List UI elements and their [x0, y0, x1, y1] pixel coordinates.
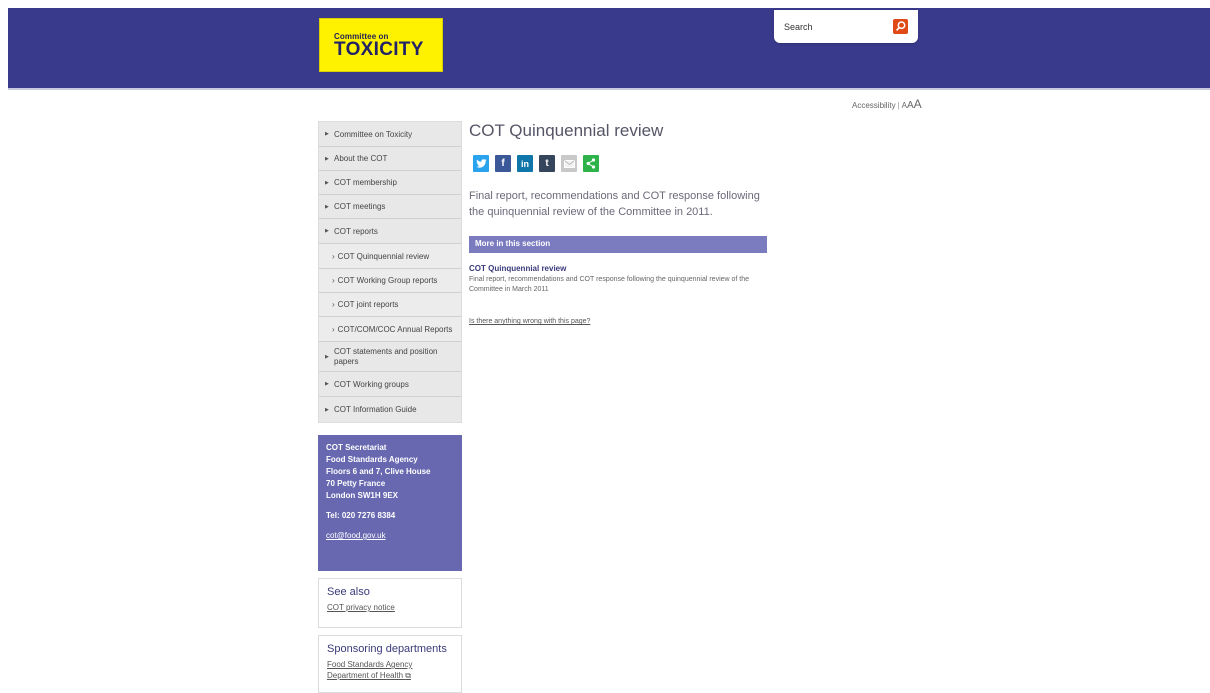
- external-link-icon: ⧉: [405, 671, 411, 680]
- linkedin-icon[interactable]: in: [517, 155, 533, 172]
- section-item-description: Final report, recommendations and COT re…: [469, 276, 750, 293]
- search-box: [774, 10, 918, 43]
- triangle-right-icon: ▶: [325, 381, 329, 387]
- twitter-icon[interactable]: [473, 155, 489, 172]
- facebook-icon[interactable]: f: [495, 155, 511, 172]
- tumblr-icon[interactable]: t: [539, 155, 555, 172]
- see-also-heading: See also: [327, 586, 370, 598]
- page-intro: Final report, recommendations and COT re…: [469, 190, 760, 218]
- email-icon[interactable]: [561, 155, 577, 172]
- search-input[interactable]: [784, 19, 889, 35]
- food-standards-agency-link[interactable]: Food Standards Agency: [327, 659, 453, 670]
- triangle-right-icon: ▶: [325, 131, 329, 137]
- address-line: 70 Petty France: [326, 479, 386, 488]
- sidebar-subitem-joint-reports[interactable]: › COT joint reports: [319, 293, 461, 317]
- sidebar-subitem-annual-reports[interactable]: › COT/COM/COC Annual Reports: [319, 317, 461, 342]
- sidebar-item-meetings[interactable]: ▶ COT meetings: [319, 195, 461, 219]
- triangle-right-icon: ▶: [325, 406, 329, 413]
- site-header: [8, 8, 1210, 90]
- triangle-right-icon: ▶: [325, 203, 329, 210]
- accessibility-bar: Accessibility | AAA: [852, 97, 922, 111]
- accessibility-link[interactable]: Accessibility: [852, 101, 896, 110]
- privacy-notice-link[interactable]: COT privacy notice: [327, 602, 453, 613]
- sidebar-item-reports[interactable]: ▶ COT reports: [319, 219, 461, 244]
- triangle-right-icon: ▶: [325, 228, 329, 234]
- search-button[interactable]: [893, 19, 908, 34]
- triangle-right-icon: ▶: [325, 353, 329, 360]
- email-link[interactable]: cot@food.gov.uk: [326, 530, 454, 542]
- cot-logo[interactable]: Committee on TOXICITY: [319, 18, 443, 72]
- chevron-right-icon: ›: [332, 300, 335, 309]
- triangle-right-icon: ▶: [325, 155, 329, 162]
- share-icon[interactable]: [583, 155, 599, 172]
- contact-box: COT Secretariat Food Standards Agency Fl…: [318, 435, 462, 571]
- triangle-right-icon: ▶: [325, 179, 329, 186]
- text-size-medium[interactable]: A: [907, 100, 914, 111]
- address-line: London SW1H 9EX: [326, 491, 398, 500]
- logo-title: TOXICITY: [334, 39, 424, 60]
- chevron-right-icon: ›: [332, 324, 335, 334]
- chevron-right-icon: ›: [332, 251, 335, 261]
- share-bar: f in t: [473, 155, 605, 172]
- report-problem-link[interactable]: Is there anything wrong with this page?: [469, 318, 590, 325]
- sidebar-item-about[interactable]: ▶ About the COT: [319, 147, 461, 171]
- sidebar-item-statements[interactable]: ▶ COT statements and position papers: [319, 342, 461, 372]
- department-of-health-link[interactable]: Department of Health ⧉: [327, 670, 453, 681]
- more-in-this-section-heading: More in this section: [469, 236, 767, 253]
- sidebar-item-membership[interactable]: ▶ COT membership: [319, 171, 461, 195]
- sponsoring-heading: Sponsoring departments: [327, 643, 447, 655]
- address-line: COT Secretariat: [326, 443, 387, 452]
- sidebar-item-information-guide[interactable]: ▶ COT Information Guide: [319, 397, 461, 422]
- page-title: COT Quinquennial review: [469, 121, 664, 140]
- search-icon: [895, 21, 906, 31]
- address-line: Floors 6 and 7, Clive House: [326, 467, 431, 476]
- text-size-large[interactable]: A: [914, 97, 922, 111]
- see-also-box: See also COT privacy notice: [318, 578, 462, 628]
- sidebar-subitem-quinquennial-review[interactable]: › COT Quinquennial review: [319, 244, 461, 269]
- sidebar-subitem-working-group-reports[interactable]: › COT Working Group reports: [319, 269, 461, 293]
- chevron-right-icon: ›: [332, 276, 335, 285]
- sponsoring-departments-box: Sponsoring departments Food Standards Ag…: [318, 635, 462, 693]
- section-item-link[interactable]: COT Quinquennial review: [469, 264, 566, 273]
- address-line: Food Standards Agency: [326, 455, 418, 464]
- sidebar-item-working-groups[interactable]: ▶ COT Working groups: [319, 372, 461, 397]
- telephone: Tel: 020 7276 8384: [326, 511, 396, 520]
- sidebar-item-committee-on-toxicity[interactable]: ▶ Committee on Toxicity: [319, 122, 461, 147]
- side-navigation: ▶ Committee on Toxicity ▶ About the COT ▶ C…: [318, 121, 462, 423]
